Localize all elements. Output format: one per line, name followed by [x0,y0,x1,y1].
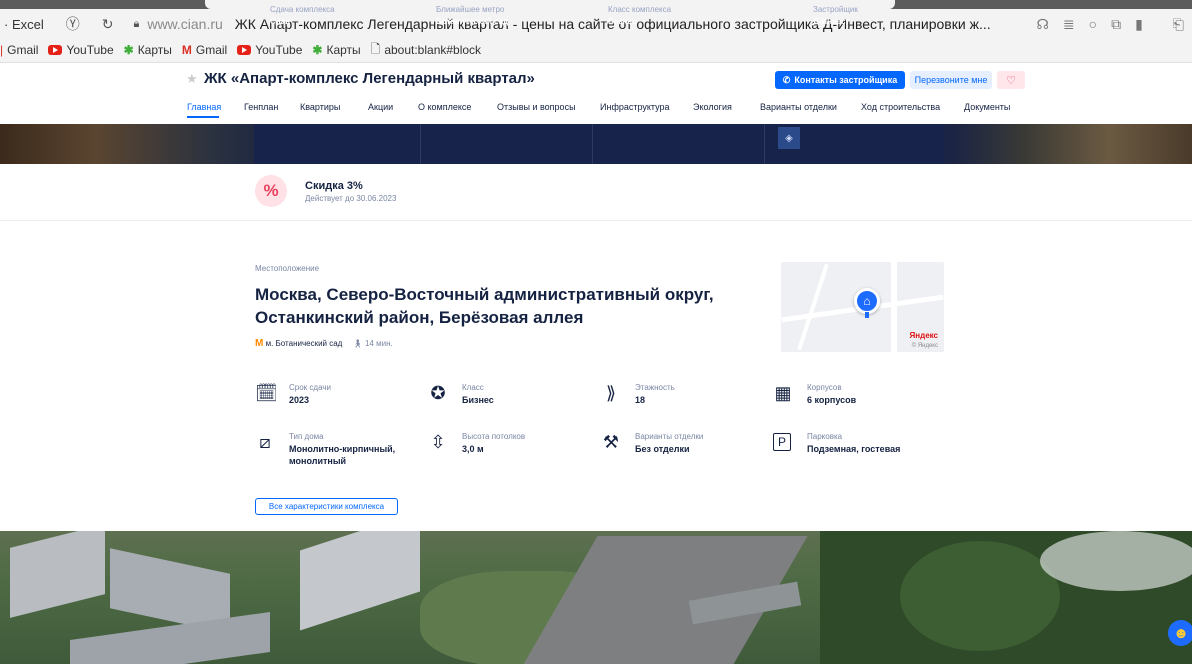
hero-info-panel [254,124,944,164]
contacts-button[interactable]: ✆ Контакты застройщика [775,71,905,89]
parking-icon: P [773,433,791,451]
tab-infrastructure[interactable]: Инфраструктура [600,102,670,112]
maps-icon: ✱ [123,43,134,57]
bookmark-blank[interactable]: 🗋︎ about:blank#block [371,40,481,61]
walk-icon: 🚶︎ [352,339,363,348]
bookmark-youtube[interactable]: YouTube [48,43,114,57]
heart-icon[interactable]: ♡ [997,71,1025,89]
tab-reviews[interactable]: Отзывы и вопросы [497,102,576,112]
calendar-icon: 🗓︎ [255,383,278,403]
lock-icon[interactable]: 🔒︎ [133,18,139,31]
reload-icon[interactable]: ↻ [102,16,114,33]
url-domain[interactable]: www.cian.ru [147,16,222,32]
location-label: Местоположение [255,264,320,273]
downloads-icon[interactable]: ⎗ [1173,16,1184,33]
hero-item-class: Класс комплекса Бизнес [608,5,672,26]
tab-promotions[interactable]: Акции [368,102,393,112]
tab-strip [0,0,1192,9]
walk-time: 14 мин. [364,339,393,348]
bookmark-maps-2[interactable]: ✱ Карты [312,43,360,57]
youtube-icon [237,45,252,55]
map-pin-icon[interactable]: ⌂ [854,288,880,314]
wall-icon: ⧄ [259,432,271,452]
yandex-icon[interactable]: Ⓨ [66,14,80,34]
tab-documents[interactable]: Документы [964,102,1010,112]
callback-button[interactable]: Перезвоните мне [910,71,992,89]
discount-subtitle: Действует до 30.06.2023 [305,194,397,203]
height-icon: ⇳ [430,432,446,452]
bookmarks-bar: | Gmail YouTube ✱ Карты M Gmail YouTube ✱ Ка… [0,38,1192,63]
location-map[interactable]: ⌂ Яндекс © Яндекс [781,262,944,352]
building-icon: ▦ [774,383,792,403]
star-icon: ✪ [430,383,446,403]
extensions-icon[interactable]: ⧉ [1111,16,1121,33]
previous-tab-text[interactable]: · Excel [4,17,44,32]
gmail-icon: M [181,43,192,57]
address-row: · Excel Ⓨ ↻ 🔒︎ www.cian.ru ЖК Апарт-комп… [0,10,1192,38]
map-copyright: © Яндекс [911,343,938,349]
phone-icon: ✆ [782,74,791,85]
chat-assistant-icon[interactable]: ☻ [1168,620,1192,646]
map-logo: Яндекс [909,331,938,340]
location-address: Москва, Северо-Восточный административны… [255,285,714,327]
tab-construction[interactable]: Ход строительства [861,102,940,112]
metro-icon: M [255,338,264,349]
developer-logo[interactable]: ◈ [778,127,800,149]
favorite-star-icon[interactable]: ★ [186,71,198,87]
all-features-button[interactable]: Все характеристики комплекса [255,498,398,515]
metro-info[interactable]: M м. Ботанический сад 🚶︎ 14 мин. [255,338,393,349]
tab-finishing[interactable]: Варианты отделки [760,102,837,112]
hero-item-developer[interactable]: Застройщик Д-Инвест [813,5,858,26]
bookmark-gmail[interactable]: | Gmail [0,43,38,57]
tab-apartments[interactable]: Квартиры [300,102,340,112]
aerial-render-image [0,531,1192,664]
reader-icon[interactable]: ≣ [1063,16,1075,33]
active-tab-indicator [187,116,219,118]
percent-icon: % [255,175,287,207]
tab-genplan[interactable]: Генплан [244,102,278,112]
metro-station: м. Ботанический сад [265,339,343,348]
hero-item-completion: Сдача комплекса Сдан [270,5,335,26]
browser-right-icons: ☊ ≣ ○ ⧉ ▮ ⎗ [1036,10,1184,38]
tab-main[interactable]: Главная [187,102,221,112]
bookmark-icon[interactable]: ▮ [1135,16,1143,33]
stairs-icon: ⟫ [605,383,616,403]
headphones-icon[interactable]: ☊ [1036,16,1048,33]
tab-ecology[interactable]: Экология [693,102,732,112]
tab-about[interactable]: О комплексе [418,102,471,112]
maps-icon: ✱ [312,43,323,57]
divider [0,220,1192,221]
bookmark-youtube-2[interactable]: YouTube [237,43,302,57]
bookmark-maps[interactable]: ✱ Карты [124,43,172,57]
youtube-icon [48,45,63,55]
page-icon: 🗋︎ [370,41,381,56]
tools-icon: ⚒ [602,432,620,452]
comment-icon[interactable]: ○ [1089,16,1097,32]
bookmark-gmail-2[interactable]: M Gmail [182,43,227,57]
hero-item-metro[interactable]: Ближайшее метро Ботанический сад [436,5,508,26]
discount-title[interactable]: Скидка 3% [305,180,363,192]
page-title: ЖК «Апарт-комплекс Легендарный квартал» [204,70,535,87]
